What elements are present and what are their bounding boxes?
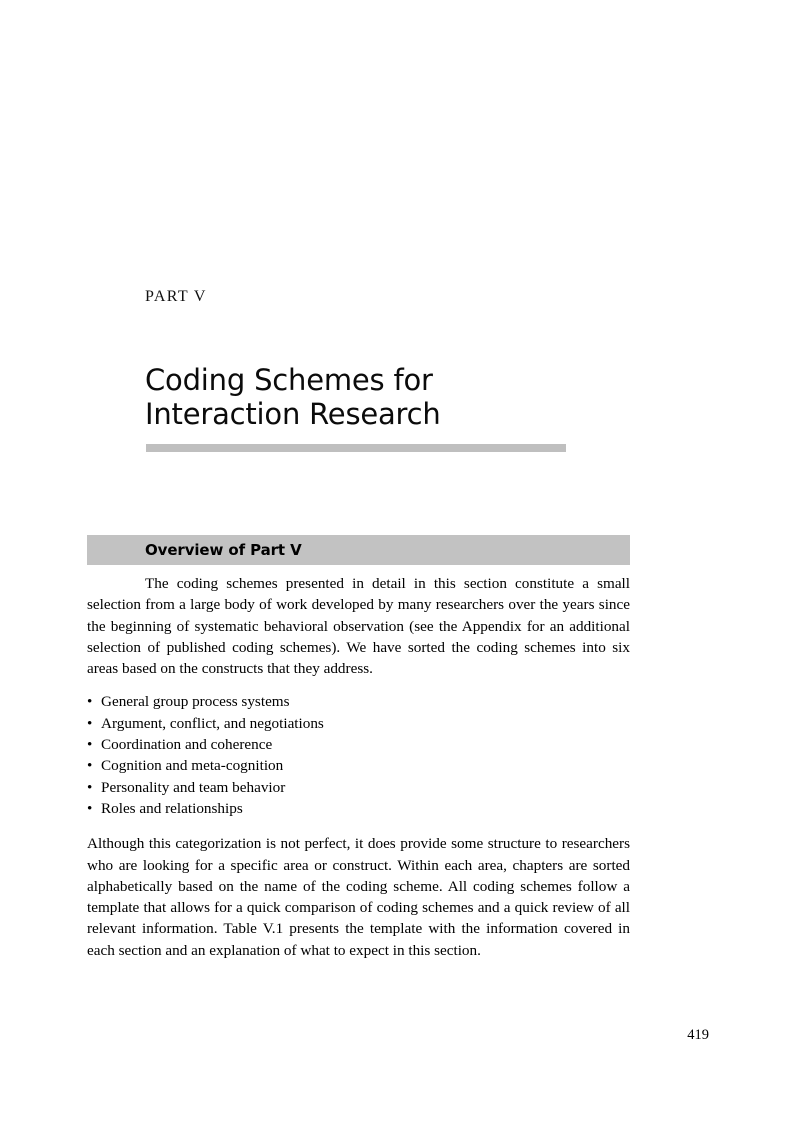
- bullet-icon: •: [87, 714, 93, 732]
- list-item-label: Roles and relationships: [101, 799, 243, 817]
- list-item: • Personality and team behavior: [87, 777, 630, 798]
- bullet-icon: •: [87, 778, 93, 796]
- page-title: Coding Schemes for Interaction Research: [145, 363, 441, 432]
- list-item-label: Cognition and meta-cognition: [101, 757, 284, 775]
- overview-paragraph-1: The coding schemes presented in detail i…: [87, 575, 630, 678]
- list-item-label: Coordination and coherence: [101, 736, 273, 754]
- list-item-label: Personality and team behavior: [101, 778, 286, 796]
- bullet-icon: •: [87, 736, 93, 754]
- bullet-icon: •: [87, 799, 93, 817]
- page-number: 419: [687, 1027, 709, 1043]
- list-item: • Roles and relationships: [87, 798, 630, 819]
- body-column: The coding schemes presented in detail i…: [87, 573, 630, 961]
- page-canvas: PART V Coding Schemes for Interaction Re…: [0, 0, 801, 1136]
- overview-paragraph-2: Although this categorization is not perf…: [87, 835, 630, 959]
- list-item: • Coordination and coherence: [87, 734, 630, 755]
- overview-heading-band: Overview of Part V: [87, 535, 630, 565]
- title-divider-rule: [146, 444, 566, 452]
- bullet-icon: •: [87, 757, 93, 775]
- part-label: PART V: [145, 288, 207, 305]
- coding-scheme-areas-list: • General group process systems • Argume…: [87, 691, 630, 819]
- list-item: • Argument, conflict, and negotiations: [87, 713, 630, 734]
- list-item: • Cognition and meta-cognition: [87, 755, 630, 776]
- bullet-icon: •: [87, 693, 93, 711]
- list-item-label: General group process systems: [101, 693, 290, 711]
- list-item: • General group process systems: [87, 691, 630, 712]
- overview-heading-label: Overview of Part V: [145, 541, 302, 559]
- list-item-label: Argument, conflict, and negotiations: [101, 714, 324, 732]
